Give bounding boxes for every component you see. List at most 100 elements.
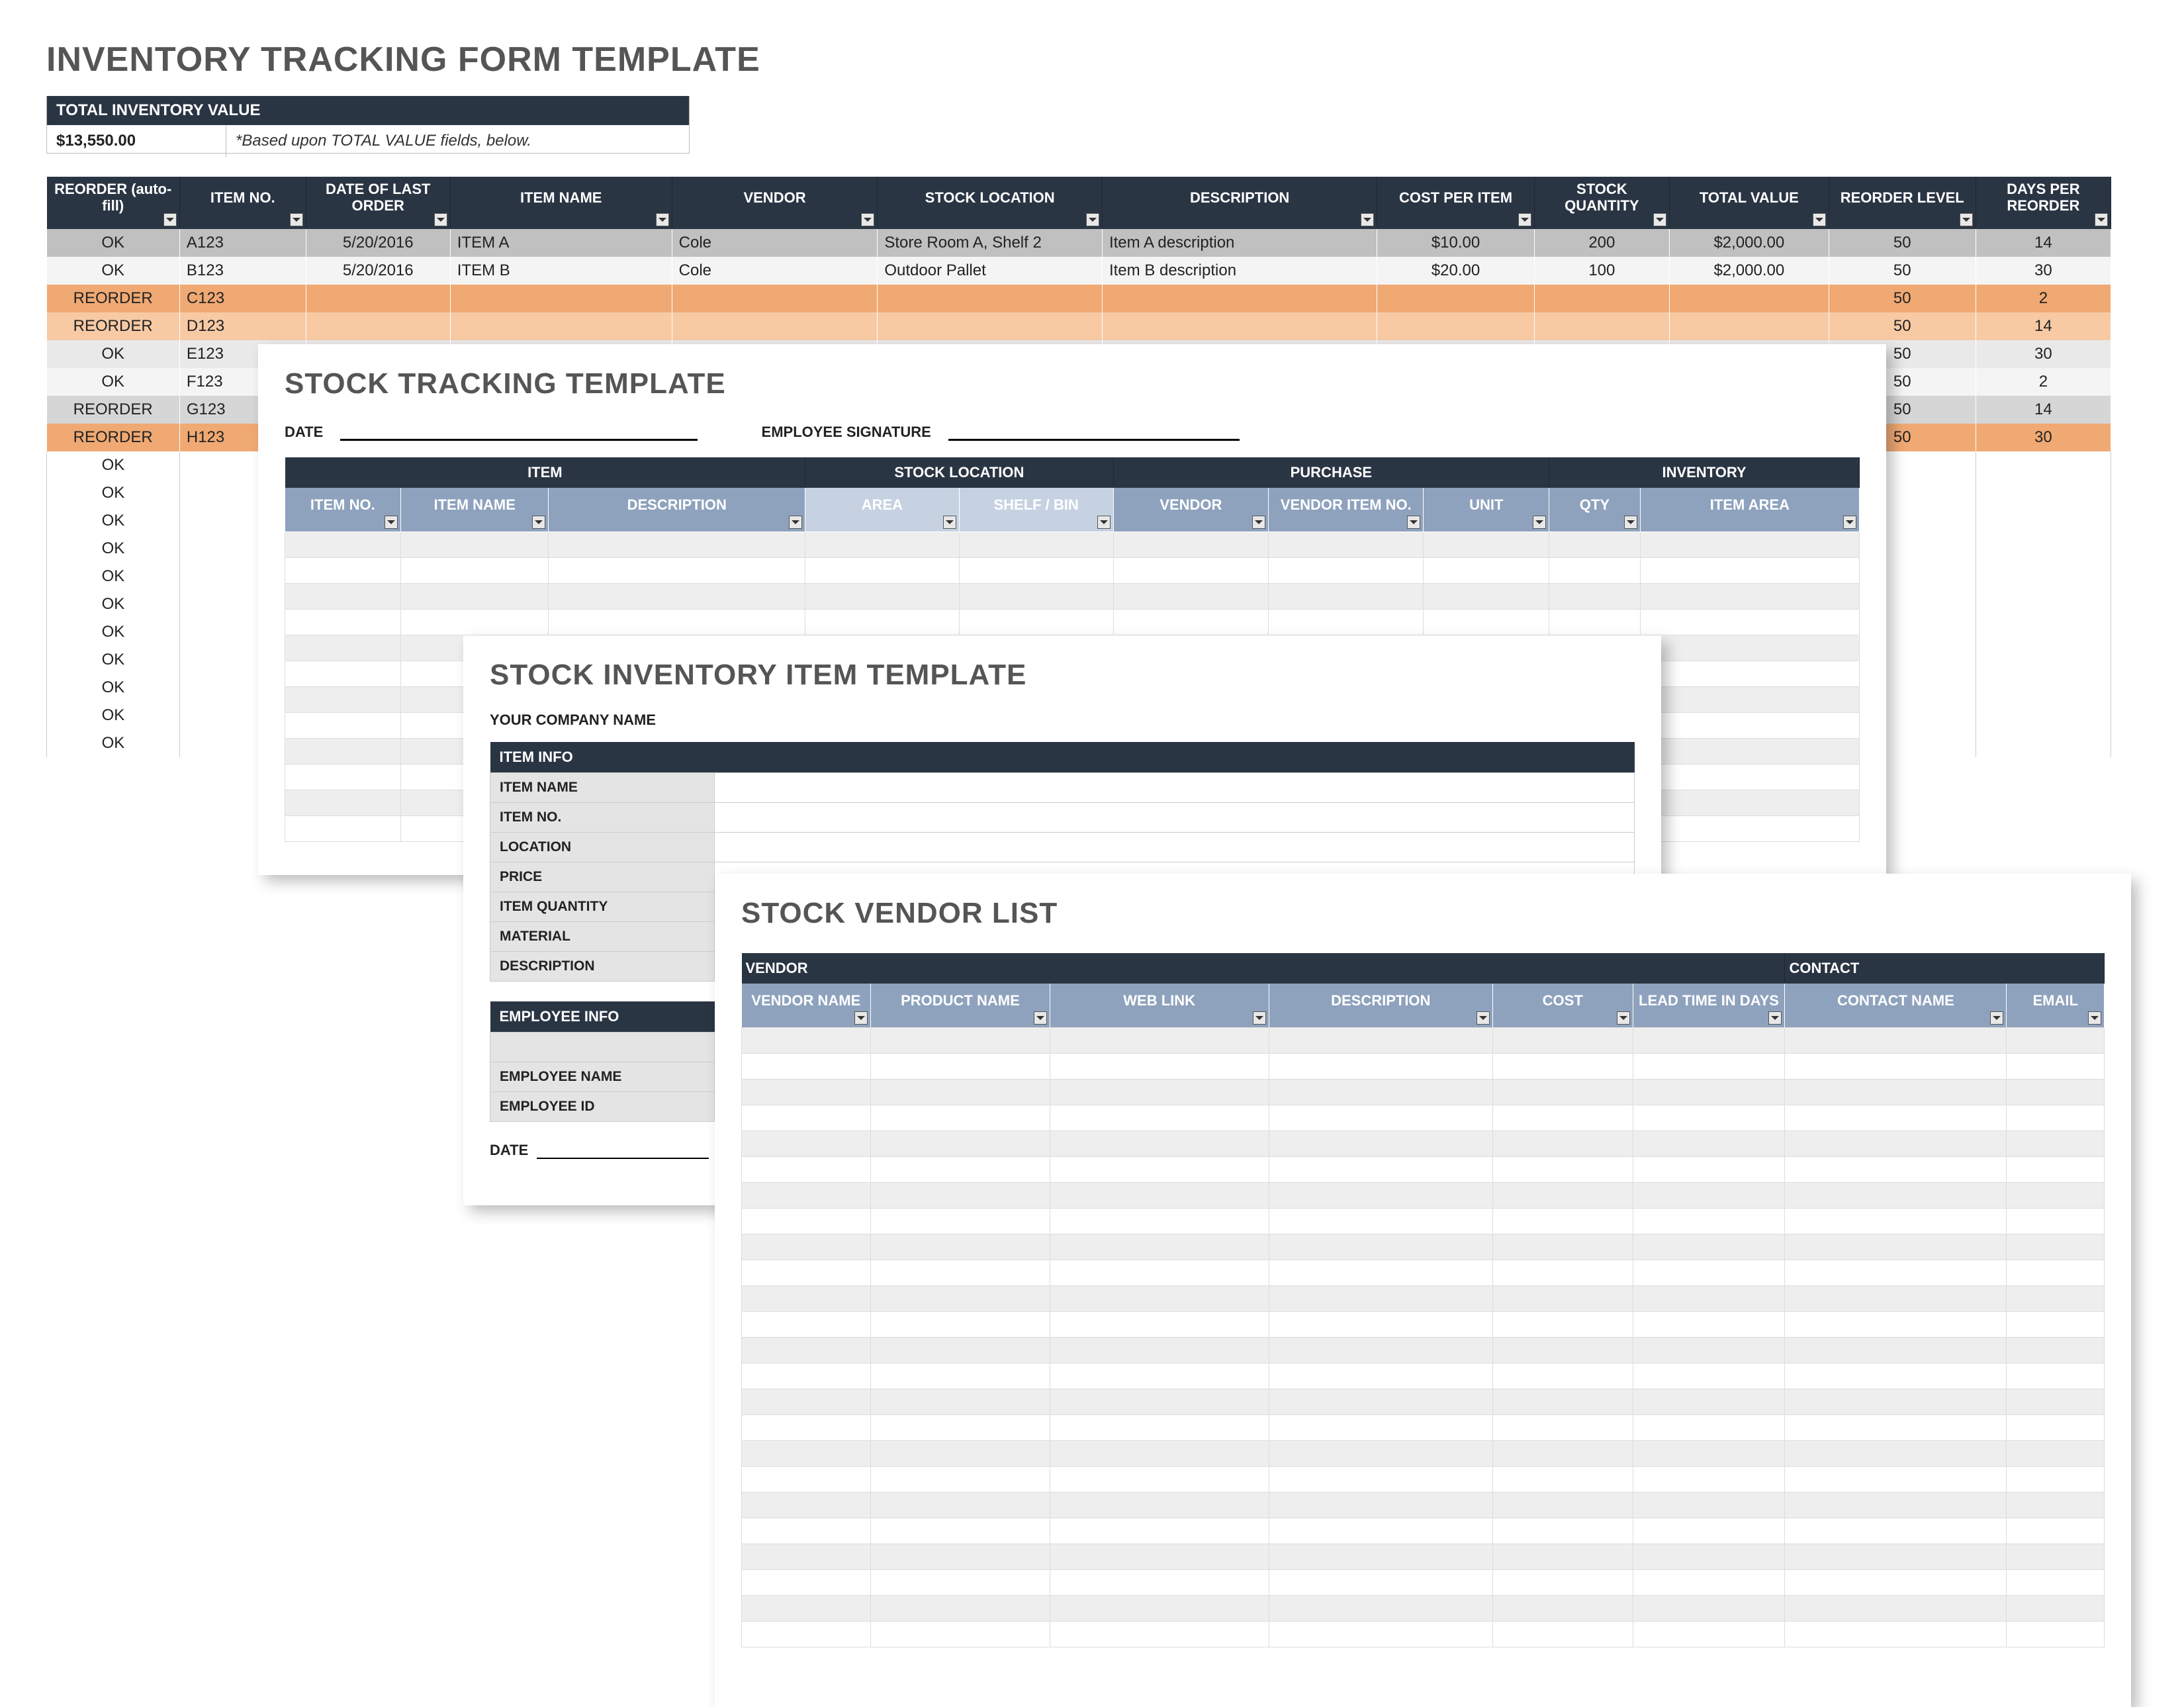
table-cell[interactable] (1269, 1338, 1492, 1363)
column-header[interactable]: ITEM NAME (401, 488, 549, 532)
table-cell[interactable] (1633, 1312, 1785, 1338)
table-cell[interactable] (1492, 1131, 1633, 1157)
table-cell[interactable] (1633, 1518, 1785, 1544)
table-cell[interactable] (1785, 1467, 2007, 1493)
table-cell[interactable] (871, 1441, 1050, 1467)
table-cell[interactable] (1976, 618, 2111, 646)
table-cell[interactable] (871, 1286, 1050, 1312)
column-header[interactable]: VENDOR NAME (742, 984, 871, 1028)
table-cell[interactable] (742, 1389, 871, 1415)
table-cell[interactable] (1492, 1544, 1633, 1570)
table-cell[interactable]: Cole (672, 229, 878, 257)
table-cell[interactable]: REORDER (47, 285, 180, 312)
table-cell[interactable] (285, 558, 401, 584)
filter-dropdown-icon[interactable] (385, 516, 398, 529)
table-cell[interactable] (1633, 1286, 1785, 1312)
table-cell[interactable] (2007, 1518, 2105, 1544)
table-cell[interactable] (285, 661, 401, 687)
table-cell[interactable] (871, 1596, 1050, 1622)
table-cell[interactable]: 14 (1976, 312, 2111, 340)
table-cell[interactable] (2007, 1415, 2105, 1441)
table-cell[interactable] (1976, 590, 2111, 618)
table-cell[interactable] (1640, 739, 1859, 764)
table-cell[interactable] (1785, 1286, 2007, 1312)
table-cell[interactable] (1640, 610, 1859, 635)
column-header[interactable]: LEAD TIME IN DAYS (1633, 984, 1785, 1028)
column-header[interactable]: DESCRIPTION (549, 488, 805, 532)
table-cell[interactable] (1050, 1467, 1269, 1493)
table-cell[interactable] (1113, 610, 1268, 635)
table-cell[interactable] (871, 1209, 1050, 1234)
table-cell[interactable] (1050, 1518, 1269, 1544)
table-cell[interactable] (450, 312, 672, 340)
table-cell[interactable] (878, 312, 1103, 340)
table-cell[interactable] (1633, 1260, 1785, 1286)
table-cell[interactable] (871, 1493, 1050, 1518)
table-cell[interactable]: OK (47, 368, 180, 396)
table-cell[interactable] (2007, 1105, 2105, 1131)
table-cell[interactable]: $10.00 (1377, 229, 1534, 257)
filter-dropdown-icon[interactable] (1813, 213, 1826, 226)
table-cell[interactable] (871, 1105, 1050, 1131)
filter-dropdown-icon[interactable] (1960, 213, 1973, 226)
table-cell[interactable]: REORDER (47, 312, 180, 340)
table-cell[interactable] (871, 1338, 1050, 1363)
table-cell[interactable] (1424, 584, 1549, 610)
table-cell[interactable] (871, 1389, 1050, 1415)
table-cell[interactable] (1785, 1363, 2007, 1389)
table-cell[interactable] (1633, 1080, 1785, 1105)
table-cell[interactable] (1269, 1105, 1492, 1131)
table-cell[interactable] (1976, 535, 2111, 563)
table-cell[interactable] (871, 1260, 1050, 1286)
table-cell[interactable]: 14 (1976, 396, 2111, 424)
table-cell[interactable]: OK (47, 729, 180, 757)
table-cell[interactable] (1633, 1209, 1785, 1234)
table-cell[interactable] (1785, 1570, 2007, 1596)
column-header[interactable]: VENDOR ITEM NO. (1269, 488, 1424, 532)
table-cell[interactable] (1269, 1157, 1492, 1183)
table-cell[interactable] (1492, 1312, 1633, 1338)
table-cell[interactable] (1050, 1131, 1269, 1157)
table-cell[interactable] (1633, 1570, 1785, 1596)
table-cell[interactable]: OK (47, 257, 180, 285)
table-cell[interactable] (1534, 285, 1669, 312)
table-cell[interactable] (742, 1105, 871, 1131)
table-cell[interactable] (549, 532, 805, 558)
table-cell[interactable] (1785, 1389, 2007, 1415)
table-cell[interactable]: 30 (1976, 257, 2111, 285)
table-cell[interactable] (306, 312, 450, 340)
table-cell[interactable] (1633, 1363, 1785, 1389)
table-cell[interactable] (805, 610, 959, 635)
table-cell[interactable] (742, 1054, 871, 1080)
table-cell[interactable] (1534, 312, 1669, 340)
table-cell[interactable] (2007, 1389, 2105, 1415)
table-cell[interactable] (742, 1183, 871, 1209)
table-cell[interactable]: OK (47, 479, 180, 507)
filter-dropdown-icon[interactable] (1407, 516, 1420, 529)
table-cell[interactable] (871, 1415, 1050, 1441)
table-cell[interactable] (2007, 1234, 2105, 1260)
table-cell[interactable] (672, 285, 878, 312)
field-value[interactable] (715, 803, 1635, 833)
table-cell[interactable] (2007, 1467, 2105, 1493)
filter-dropdown-icon[interactable] (1477, 1011, 1490, 1025)
table-cell[interactable]: OK (47, 674, 180, 702)
table-cell[interactable] (1785, 1183, 2007, 1209)
filter-dropdown-icon[interactable] (1034, 1011, 1047, 1025)
table-cell[interactable] (1269, 1415, 1492, 1441)
table-cell[interactable] (2007, 1157, 2105, 1183)
table-cell[interactable] (1640, 713, 1859, 739)
table-cell[interactable] (1633, 1028, 1785, 1054)
table-cell[interactable] (742, 1260, 871, 1286)
field-value[interactable] (715, 773, 1635, 803)
table-cell[interactable] (1492, 1260, 1633, 1286)
table-cell[interactable] (285, 816, 401, 842)
table-cell[interactable] (1269, 1080, 1492, 1105)
table-cell[interactable] (285, 687, 401, 713)
table-cell[interactable] (1269, 1028, 1492, 1054)
table-cell[interactable]: 50 (1829, 285, 1976, 312)
table-cell[interactable] (742, 1209, 871, 1234)
table-cell[interactable] (1424, 558, 1549, 584)
table-cell[interactable] (1377, 312, 1534, 340)
table-cell[interactable]: OK (47, 702, 180, 729)
